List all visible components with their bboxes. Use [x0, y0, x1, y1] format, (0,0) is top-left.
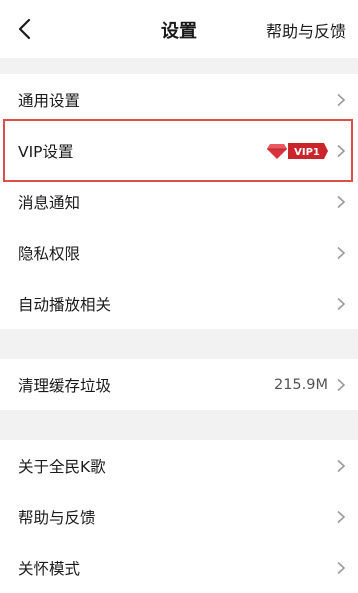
row-vip-settings[interactable]: VIP设置 VIP1 — [0, 125, 358, 176]
row-autoplay[interactable]: 自动播放相关 — [0, 278, 358, 329]
row-label: 帮助与反馈 — [18, 508, 96, 527]
row-care-mode[interactable]: 关怀模式 — [0, 542, 358, 593]
chevron-right-icon — [337, 297, 346, 310]
chevron-right-icon — [337, 246, 346, 259]
row-clear-cache[interactable]: 清理缓存垃圾 215.9M — [0, 359, 358, 410]
cache-size-value: 215.9M — [273, 376, 328, 393]
settings-group-about: 关于全民K歌 帮助与反馈 关怀模式 — [0, 440, 358, 593]
chevron-right-icon — [337, 459, 346, 472]
chevron-right-icon — [337, 510, 346, 523]
section-gap — [0, 410, 358, 440]
row-about-app[interactable]: 关于全民K歌 — [0, 440, 358, 491]
vip-level-text: VIP1 — [294, 147, 320, 158]
section-gap — [0, 329, 358, 359]
row-privacy-permissions[interactable]: 隐私权限 — [0, 227, 358, 278]
diamond-icon — [267, 143, 287, 159]
top-bar: 设置 帮助与反馈 — [0, 0, 358, 58]
row-message-notifications[interactable]: 消息通知 — [0, 176, 358, 227]
row-label: 自动播放相关 — [18, 295, 112, 314]
row-label: 消息通知 — [18, 193, 81, 212]
row-label: 清理缓存垃圾 — [18, 376, 112, 395]
row-label: VIP设置 — [18, 142, 74, 161]
vip-level-tag: VIP1 — [288, 142, 328, 159]
row-label: 关怀模式 — [18, 559, 81, 578]
chevron-right-icon — [337, 144, 346, 157]
chevron-right-icon — [337, 93, 346, 106]
row-label: 通用设置 — [18, 91, 81, 110]
chevron-right-icon — [337, 195, 346, 208]
chevron-right-icon — [337, 378, 346, 391]
row-label: 关于全民K歌 — [18, 457, 106, 476]
settings-group-general: 通用设置 VIP设置 VIP1 消息通知 隐私权限 自动播放相关 — [0, 74, 358, 329]
settings-group-storage: 清理缓存垃圾 215.9M — [0, 359, 358, 410]
vip-badge: VIP1 — [266, 142, 328, 160]
chevron-right-icon — [337, 561, 346, 574]
row-general-settings[interactable]: 通用设置 — [0, 74, 358, 125]
help-feedback-link[interactable]: 帮助与反馈 — [266, 18, 346, 42]
row-help-feedback[interactable]: 帮助与反馈 — [0, 491, 358, 542]
back-button[interactable] — [10, 14, 40, 44]
chevron-left-icon — [18, 18, 31, 40]
row-label: 隐私权限 — [18, 244, 81, 263]
